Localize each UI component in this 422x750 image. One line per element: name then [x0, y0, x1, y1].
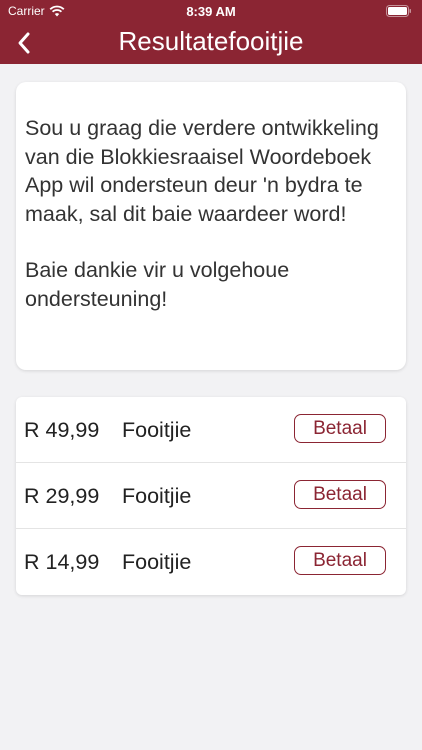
tips-list: R 49,99 Fooitjie Betaal R 29,99 Fooitjie… — [16, 397, 406, 595]
status-time: 8:39 AM — [186, 4, 236, 19]
back-button[interactable] — [8, 26, 40, 60]
battery-icon — [386, 5, 411, 17]
app-header: Carrier 8:39 AM Resultatefooitjie — [0, 0, 422, 64]
tip-row: R 14,99 Fooitjie Betaal — [16, 529, 406, 595]
chevron-left-icon — [18, 32, 30, 54]
tip-price: R 29,99 — [24, 484, 100, 508]
tip-price: R 14,99 — [24, 550, 100, 574]
tip-row: R 49,99 Fooitjie Betaal — [16, 397, 406, 463]
page-title: Resultatefooitjie — [118, 26, 304, 56]
tip-price: R 49,99 — [24, 418, 100, 442]
pay-button[interactable]: Betaal — [294, 414, 386, 443]
thank-you-paragraph: Baie dankie vir u volgehoue ondersteunin… — [25, 258, 290, 311]
pay-button[interactable]: Betaal — [294, 480, 386, 509]
tip-label: Fooitjie — [122, 550, 192, 574]
message-card: Sou u graag die verdere ontwikkeling van… — [16, 82, 406, 370]
navigation-bar: Resultatefooitjie — [0, 22, 422, 64]
status-bar: Carrier 8:39 AM — [0, 0, 422, 22]
tip-label: Fooitjie — [122, 484, 192, 508]
pay-button[interactable]: Betaal — [294, 546, 386, 575]
tip-row: R 29,99 Fooitjie Betaal — [16, 463, 406, 529]
message-paragraph: Sou u graag die verdere ontwikkeling van… — [25, 116, 379, 226]
tip-label: Fooitjie — [122, 418, 192, 442]
